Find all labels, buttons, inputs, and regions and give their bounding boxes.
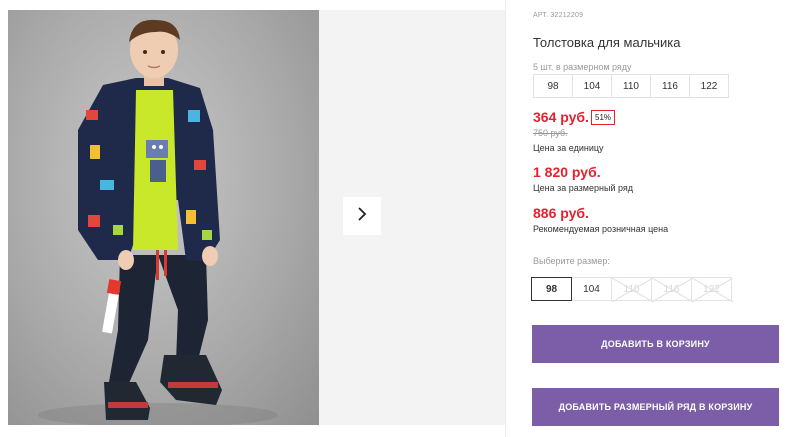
unavailable-cross-icon xyxy=(692,278,733,302)
size-row-cell: 122 xyxy=(689,74,729,98)
size-row-cell: 110 xyxy=(611,74,651,98)
size-option-110: 110 xyxy=(611,277,653,302)
old-price: 750 руб. xyxy=(533,128,568,138)
retail-price: 886 руб. xyxy=(533,205,589,221)
size-option-116: 116 xyxy=(651,277,693,302)
unavailable-cross-icon xyxy=(652,278,693,302)
unit-price-note: Цена за единицу xyxy=(533,143,604,153)
product-title: Толстовка для мальчика xyxy=(533,35,681,50)
size-row-cell: 98 xyxy=(533,74,573,98)
chevron-right-icon xyxy=(356,206,368,227)
article-number: АРТ. 32212209 xyxy=(533,12,584,19)
size-row-cell: 116 xyxy=(650,74,690,98)
size-option-104[interactable]: 104 xyxy=(571,277,612,301)
gallery-next-button[interactable] xyxy=(343,197,381,235)
product-gallery xyxy=(0,0,505,437)
size-option-label: 98 xyxy=(545,283,558,295)
choose-size-label: Выберите размер: xyxy=(533,256,610,266)
retail-price-note: Рекомендуемая розничная цена xyxy=(533,224,669,234)
row-price: 1 820 руб. xyxy=(533,164,601,180)
product-photo xyxy=(8,10,319,425)
unavailable-cross-icon xyxy=(612,278,653,302)
size-selector: 98 104 110 116 122 xyxy=(531,277,733,302)
size-option-label: 104 xyxy=(583,283,600,295)
size-option-98[interactable]: 98 xyxy=(531,277,572,301)
discount-badge: 51% xyxy=(591,110,616,125)
size-row-note: 5 шт. в размерном ряду xyxy=(533,62,632,72)
add-size-row-to-cart-button[interactable]: ДОБАВИТЬ РАЗМЕРНЫЙ РЯД В КОРЗИНУ xyxy=(532,388,779,426)
column-divider xyxy=(505,0,506,437)
size-option-122: 122 xyxy=(691,277,733,302)
row-price-note: Цена за размерный ряд xyxy=(533,183,634,193)
add-to-cart-button[interactable]: ДОБАВИТЬ В КОРЗИНУ xyxy=(532,325,779,363)
size-row-cell: 104 xyxy=(572,74,612,98)
unit-price: 364 руб. xyxy=(533,109,589,125)
size-row-table: 98 104 110 116 122 xyxy=(533,74,729,98)
